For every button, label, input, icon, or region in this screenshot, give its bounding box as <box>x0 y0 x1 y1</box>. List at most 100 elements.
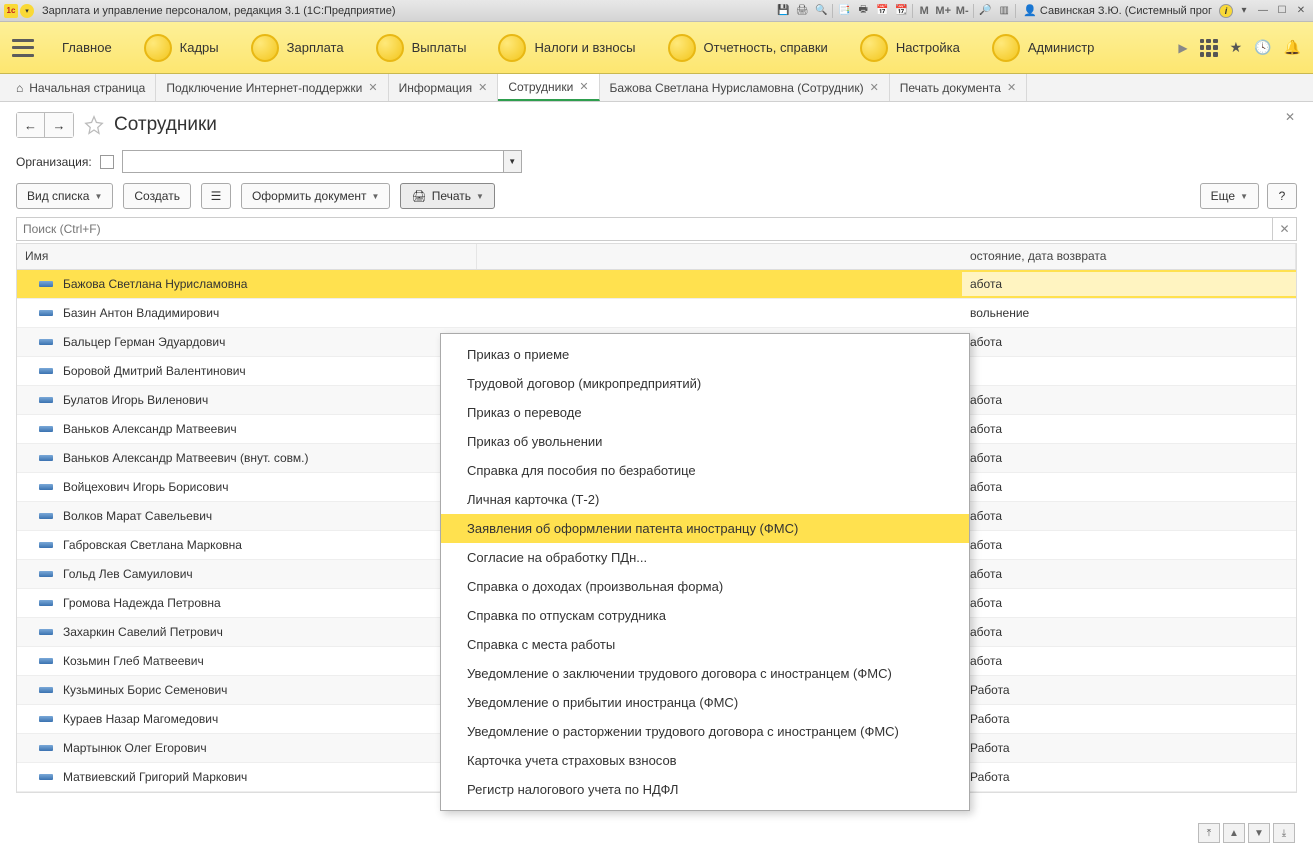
tab-label: Бажова Светлана Нурисламовна (Сотрудник) <box>610 81 864 95</box>
cell-status: абота <box>962 475 1296 499</box>
create-button[interactable]: Создать <box>123 183 191 209</box>
zoom-icon[interactable]: 🔎 <box>977 3 993 19</box>
print-menu-item[interactable]: Уведомление о прибытии иностранца (ФМС) <box>441 688 969 717</box>
calendar-icon[interactable]: 📅 <box>874 3 890 19</box>
app-menu-dropdown-icon[interactable]: ▾ <box>20 4 34 18</box>
print-menu-item[interactable]: Приказ об увольнении <box>441 427 969 456</box>
row-status-icon <box>39 513 53 519</box>
section-otchet[interactable]: Отчетность, справки <box>652 34 844 62</box>
scroll-right-icon[interactable]: ▶ <box>1178 41 1187 55</box>
hamburger-icon[interactable] <box>12 39 34 57</box>
info-icon[interactable]: i <box>1219 4 1233 18</box>
history-icon[interactable]: 🕓 <box>1254 39 1271 56</box>
print-menu-item[interactable]: Уведомление о заключении трудового догов… <box>441 659 969 688</box>
search-icon[interactable]: 🔍 <box>813 3 829 19</box>
print-menu-item[interactable]: Приказ о переводе <box>441 398 969 427</box>
panels-icon[interactable]: ▥ <box>996 3 1012 19</box>
org-filter-label: Организация: <box>16 155 92 169</box>
search-input[interactable] <box>16 217 1273 241</box>
section-kadry[interactable]: Кадры <box>128 34 235 62</box>
employee-name: Войцехович Игорь Борисович <box>63 480 228 494</box>
print-menu-item[interactable]: Регистр налогового учета по НДФЛ <box>441 775 969 804</box>
scroll-down-icon[interactable]: ▼ <box>1248 823 1270 843</box>
favorite-star-icon[interactable]: ★ <box>1230 39 1243 56</box>
favorite-toggle-icon[interactable] <box>84 115 104 135</box>
tab-2[interactable]: Информация✕ <box>389 74 499 101</box>
current-user[interactable]: 👤 Савинская З.Ю. (Системный прог <box>1019 4 1216 17</box>
org-filter-combo[interactable]: ▼ <box>122 150 522 173</box>
table-row[interactable]: Базин Антон Владимировичвольнение <box>17 299 1296 328</box>
tab-0[interactable]: ⌂Начальная страница <box>6 74 156 101</box>
print-menu-item[interactable]: Уведомление о расторжении трудового дого… <box>441 717 969 746</box>
m-icon[interactable]: M <box>916 3 932 19</box>
chevron-down-icon[interactable]: ▼ <box>503 151 521 172</box>
print-menu-item[interactable]: Личная карточка (Т-2) <box>441 485 969 514</box>
nav-forward-button[interactable]: → <box>45 113 73 137</box>
row-status-icon <box>39 629 53 635</box>
tab-close-icon[interactable]: ✕ <box>368 81 377 94</box>
row-status-icon <box>39 716 53 722</box>
m-plus-icon[interactable]: M+ <box>935 3 951 19</box>
scroll-top-icon[interactable]: ⤒ <box>1198 823 1220 843</box>
section-nalogi[interactable]: Налоги и взносы <box>482 34 651 62</box>
column-name[interactable]: Имя <box>17 244 477 269</box>
create-document-button[interactable]: Оформить документ▼ <box>241 183 390 209</box>
nav-back-button[interactable]: ← <box>17 113 45 137</box>
page-close-icon[interactable]: ✕ <box>1285 110 1295 124</box>
print-menu-item[interactable]: Справка для пособия по безработице <box>441 456 969 485</box>
page-title: Сотрудники <box>114 114 217 136</box>
print-menu-item[interactable]: Трудовой договор (микропредприятий) <box>441 369 969 398</box>
tab-close-icon[interactable]: ✕ <box>1007 81 1016 94</box>
column-status[interactable]: остояние, дата возврата <box>962 244 1296 269</box>
print-menu-item[interactable]: Справка с места работы <box>441 630 969 659</box>
print-menu-item[interactable]: Карточка учета страховых взносов <box>441 746 969 775</box>
tab-5[interactable]: Печать документа✕ <box>890 74 1027 101</box>
view-mode-button[interactable]: Вид списка▼ <box>16 183 113 209</box>
close-window-icon[interactable]: ✕ <box>1293 3 1309 19</box>
scroll-up-icon[interactable]: ▲ <box>1223 823 1245 843</box>
tab-close-icon[interactable]: ✕ <box>579 80 588 93</box>
tab-close-icon[interactable]: ✕ <box>870 81 879 94</box>
section-zarplata[interactable]: Зарплата <box>235 34 360 62</box>
tab-4[interactable]: Бажова Светлана Нурисламовна (Сотрудник)… <box>600 74 890 101</box>
list-mode-icon[interactable]: ☰ <box>201 183 231 209</box>
scroll-bottom-icon[interactable]: ⤓ <box>1273 823 1295 843</box>
print-menu-item[interactable]: Справка по отпускам сотрудника <box>441 601 969 630</box>
section-admin[interactable]: Администр <box>976 34 1111 62</box>
cell-status: абота <box>962 272 1296 296</box>
compare-icon[interactable]: 📑 <box>836 3 852 19</box>
tab-1[interactable]: Подключение Интернет-поддержки ✕ <box>156 74 388 101</box>
dropdown-icon[interactable]: ▾ <box>1236 3 1252 19</box>
row-status-icon <box>39 600 53 606</box>
calendar2-icon[interactable]: 📆 <box>893 3 909 19</box>
minimize-icon[interactable]: — <box>1255 3 1271 19</box>
bell-icon[interactable]: 🔔 <box>1284 39 1301 56</box>
print-menu-item[interactable]: Справка о доходах (произвольная форма) <box>441 572 969 601</box>
help-button[interactable]: ? <box>1267 183 1297 209</box>
print-menu-item[interactable]: Приказ о приеме <box>441 340 969 369</box>
section-label: Настройка <box>896 40 960 55</box>
section-nastroyka[interactable]: Настройка <box>844 34 976 62</box>
row-status-icon <box>39 571 53 577</box>
print-menu-item[interactable]: Заявления об оформлении патента иностран… <box>441 514 969 543</box>
print-button[interactable]: 🖨Печать▼ <box>400 183 494 209</box>
m-minus-icon[interactable]: M- <box>954 3 970 19</box>
tab-3[interactable]: Сотрудники✕ <box>498 74 599 101</box>
print-icon[interactable]: 🖨 <box>794 3 810 19</box>
print-menu-item[interactable]: Согласие на обработку ПДн... <box>441 543 969 572</box>
all-functions-icon[interactable] <box>1200 39 1218 57</box>
tab-label: Подключение Интернет-поддержки <box>166 81 362 95</box>
section-vyplaty[interactable]: Выплаты <box>360 34 483 62</box>
org-filter-checkbox[interactable] <box>100 155 114 169</box>
clear-search-icon[interactable]: ✕ <box>1273 217 1297 241</box>
print2-icon[interactable]: 🖶 <box>855 3 871 19</box>
tab-label: Начальная страница <box>29 81 145 95</box>
cell-status: абота <box>962 446 1296 470</box>
maximize-icon[interactable]: ☐ <box>1274 3 1290 19</box>
cell-pos <box>617 308 837 318</box>
tab-close-icon[interactable]: ✕ <box>478 81 487 94</box>
more-button[interactable]: Еще▼ <box>1200 183 1259 209</box>
section-main[interactable]: Главное <box>46 40 128 55</box>
table-row[interactable]: Бажова Светлана Нурисламовнаабота <box>17 270 1296 299</box>
save-icon[interactable]: 💾 <box>775 3 791 19</box>
